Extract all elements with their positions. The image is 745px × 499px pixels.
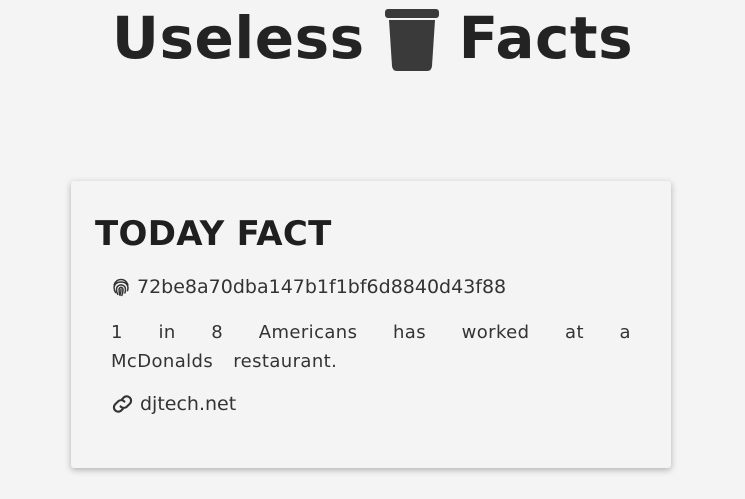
source-row: djtech.net <box>111 393 236 415</box>
page-title-facts: Facts <box>458 4 634 72</box>
fact-card: TODAY FACT 72be8a70dba147b1f1bf6d8840d43… <box>71 181 671 468</box>
trash-icon <box>383 6 441 72</box>
fingerprint-icon <box>110 276 132 298</box>
source-link[interactable]: djtech.net <box>140 393 236 415</box>
page-title-useless: Useless <box>111 4 365 72</box>
fact-text: 1 in 8 Americans has worked at a McDonal… <box>111 322 631 372</box>
fact-id: 72be8a70dba147b1f1bf6d8840d43f88 <box>137 276 507 298</box>
fact-id-row: 72be8a70dba147b1f1bf6d8840d43f88 <box>110 276 506 298</box>
link-icon <box>111 394 134 414</box>
card-title: TODAY FACT <box>95 214 332 254</box>
page-header: Useless Facts <box>0 0 745 76</box>
